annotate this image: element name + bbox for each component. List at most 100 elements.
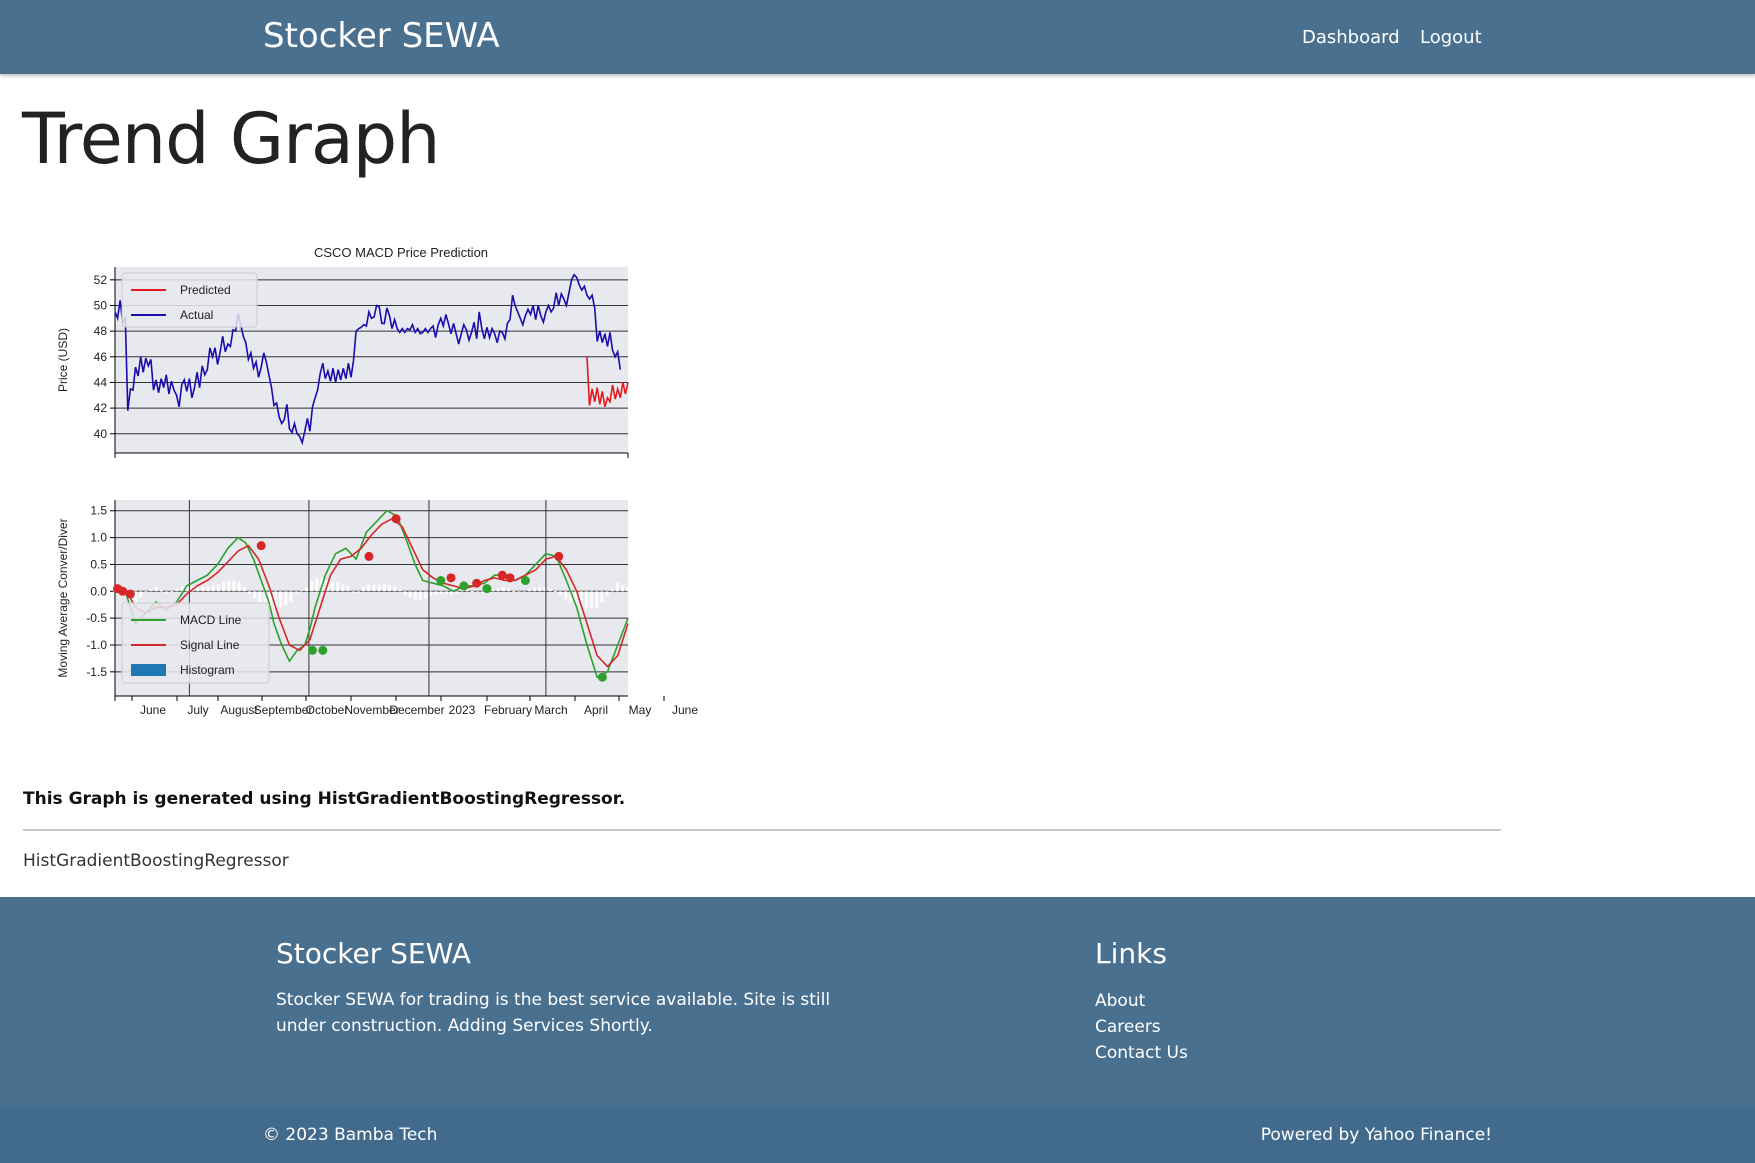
macd-histogram-bar (564, 591, 568, 600)
macd-histogram-bar (377, 584, 381, 592)
macd-histogram-bar (475, 591, 480, 593)
macd-histogram-bar (299, 590, 303, 592)
macd-crossover-marker (520, 576, 530, 586)
nav-link-dashboard[interactable]: Dashboard (1302, 27, 1400, 48)
macd-chart-svg: CSCO MACD Price Prediction 40 42 44 46 48 50 52… (56, 245, 698, 717)
macd-histogram-bar (144, 591, 148, 593)
macd-histogram-bar (439, 591, 443, 594)
macd-histogram-bar (398, 590, 402, 592)
macd-crossover-marker (597, 672, 607, 682)
macd-histogram-bar (346, 586, 350, 592)
macd-ytick-label: 0.5 (90, 557, 107, 571)
macd-histogram-bar (605, 591, 609, 596)
macd-legend-label: MACD Line (180, 613, 242, 627)
macd-histogram-bar (527, 589, 531, 592)
macd-histogram-bar (532, 587, 537, 592)
macd-histogram-bar (501, 587, 506, 592)
macd-histogram-bar (356, 591, 360, 594)
price-ytick-label: 50 (94, 298, 108, 312)
bottom-bar: © 2023 Bamba Tech Powered by Yahoo Finan… (0, 1107, 1755, 1163)
macd-histogram-bar (387, 584, 392, 592)
macd-crossover-marker (391, 514, 401, 524)
macd-histogram-bar (258, 591, 262, 603)
macd-histogram-bar (548, 588, 552, 592)
macd-histogram-bar (222, 582, 226, 592)
macd-histogram-bar (247, 591, 252, 595)
macd-crossover-marker (505, 573, 515, 583)
macd-histogram-bar (413, 591, 417, 600)
copyright-text: © 2023 Bamba Tech (263, 1125, 438, 1145)
powered-by-text: Powered by Yahoo Finance! (1260, 1125, 1492, 1145)
macd-histogram-bar (253, 591, 257, 599)
macd-histogram-bar (522, 591, 526, 593)
macd-histogram-bar (341, 584, 345, 592)
nav-link-logout[interactable]: Logout (1420, 27, 1482, 48)
macd-histogram-bar (154, 587, 158, 592)
macd-histogram-bar (237, 581, 241, 592)
macd-histogram-bar (175, 588, 179, 592)
macd-histogram-bar (470, 590, 474, 592)
macd-histogram-bar (165, 591, 169, 594)
macd-histogram-bar (242, 586, 246, 592)
macd-xtick-label: February (484, 703, 532, 717)
model-name: HistGradientBoostingRegressor (23, 851, 289, 871)
macd-histogram-bar (372, 584, 376, 592)
macd-histogram-bar (595, 591, 599, 609)
footer-link-careers[interactable]: Careers (1095, 1017, 1161, 1037)
macd-histogram-bar (367, 584, 371, 592)
price-chart-title: CSCO MACD Price Prediction (314, 245, 488, 260)
footer-description: Stocker SEWA for trading is the best ser… (276, 990, 831, 1036)
macd-crossover-marker (497, 570, 507, 580)
macd-ytick-label: -0.5 (86, 611, 107, 625)
macd-histogram-bar (139, 591, 143, 598)
macd-legend-label: Signal Line (180, 638, 240, 652)
macd-histogram-bar (496, 588, 500, 592)
macd-crossover-marker (446, 573, 456, 583)
macd-histogram-bar (206, 586, 210, 592)
model-statement: This Graph is generated using HistGradie… (23, 789, 626, 809)
macd-histogram-bar (284, 591, 288, 606)
brand-logo-text[interactable]: Stocker SEWA (263, 16, 500, 56)
macd-histogram-bar (408, 591, 412, 598)
macd-histogram-bar (615, 582, 620, 592)
macd-crossover-marker (482, 584, 492, 594)
macd-crossover-marker (472, 578, 482, 588)
macd-histogram-bar (336, 582, 340, 592)
macd-legend-label: Histogram (180, 663, 235, 677)
macd-histogram-bar (455, 591, 459, 594)
price-ytick-label: 48 (94, 324, 108, 338)
footer: Stocker SEWA Stocker SEWA for trading is… (0, 897, 1755, 1107)
macd-crossover-marker (318, 645, 328, 655)
divider (23, 829, 1501, 831)
macd-histogram-bar (351, 591, 355, 593)
macd-xtick-label: July (187, 703, 208, 717)
macd-xtick-label: August (220, 703, 258, 717)
macd-crossover-marker (308, 645, 318, 655)
macd-histogram-bar (310, 581, 314, 592)
macd-xtick-label: June (672, 703, 698, 717)
price-y-label: Price (USD) (56, 328, 70, 392)
price-ytick-label: 40 (94, 427, 108, 441)
macd-histogram-bar (216, 584, 221, 592)
macd-histogram-bar (304, 588, 309, 592)
macd-xtick-label: May (629, 703, 652, 717)
footer-links-title: Links (1095, 937, 1167, 970)
macd-histogram-bar (589, 591, 594, 609)
price-ytick-label: 44 (94, 375, 108, 389)
macd-histogram-bar (330, 581, 335, 592)
macd-crossover-marker (364, 551, 374, 561)
macd-ytick-label: 0.0 (90, 584, 107, 598)
price-ytick-label: 46 (94, 350, 108, 364)
footer-brand: Stocker SEWA (276, 937, 471, 970)
macd-histogram-bar (465, 589, 469, 592)
macd-crossover-marker (436, 576, 446, 586)
macd-y-label: Moving Average Conver/Diver (56, 518, 70, 677)
footer-link-about[interactable]: About (1095, 991, 1145, 1011)
footer-link-contact-us[interactable]: Contact Us (1095, 1043, 1188, 1063)
macd-ytick-label: -1.5 (86, 665, 107, 679)
macd-histogram-bar (279, 591, 283, 608)
macd-legend-swatch-histogram (131, 664, 166, 676)
macd-xtick-label: September (254, 703, 313, 717)
macd-histogram-bar (382, 583, 386, 592)
macd-ytick-label: -1.0 (86, 638, 107, 652)
